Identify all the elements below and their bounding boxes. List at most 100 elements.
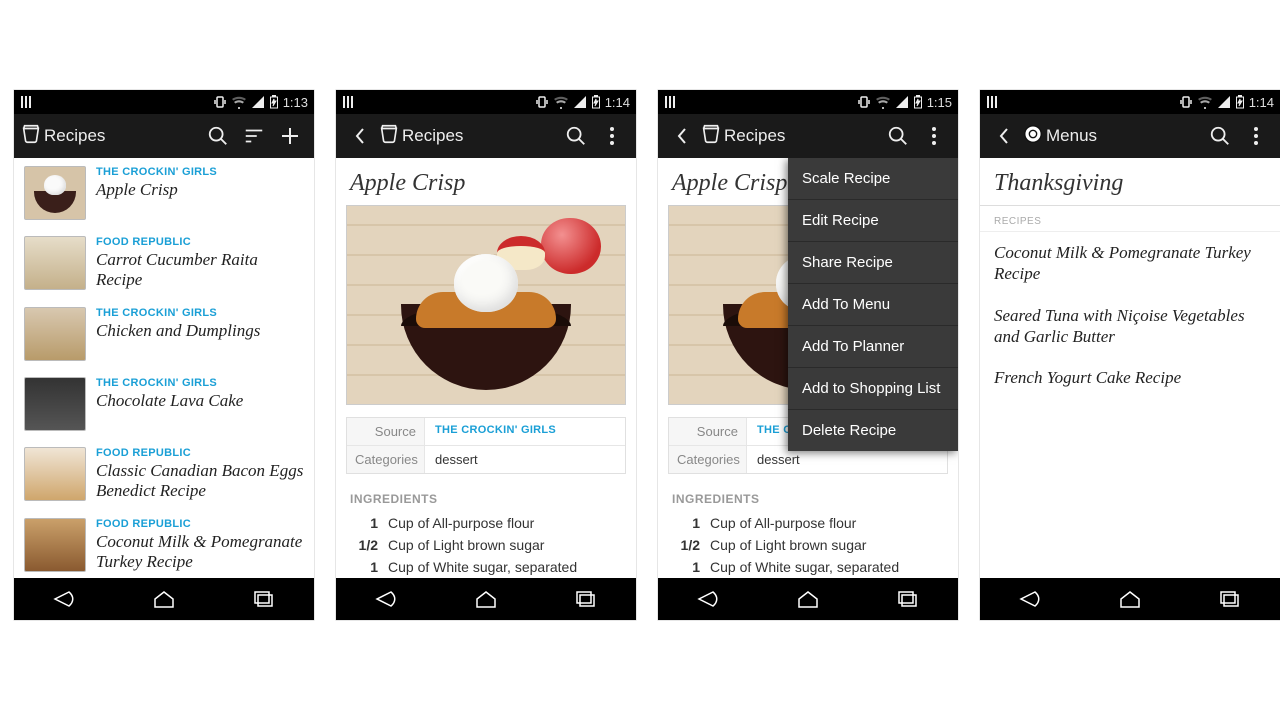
recipe-thumbnail — [24, 307, 86, 361]
meta-row: Source THE CROCKIN' GIRLS — [347, 418, 625, 445]
ingredient-row: 1/2 Cup of Light brown sugar — [350, 534, 622, 556]
nav-recent-button[interactable] — [883, 584, 933, 614]
nav-recent-button[interactable] — [1205, 584, 1255, 614]
nav-back-button[interactable] — [683, 584, 733, 614]
overflow-menu-item[interactable]: Scale Recipe — [788, 158, 958, 199]
nav-home-button[interactable] — [461, 584, 511, 614]
wifi-icon — [875, 95, 891, 109]
recipe-thumbnail — [24, 236, 86, 290]
meta-value: dessert — [425, 446, 488, 473]
recipe-thumbnail — [24, 447, 86, 501]
recipe-thumbnail — [24, 518, 86, 572]
status-bar: 1:14 — [336, 90, 636, 114]
status-left-icon — [664, 95, 678, 109]
ingredients-heading: INGREDIENTS — [658, 474, 958, 512]
filter-button[interactable] — [236, 118, 272, 154]
ingredient-qty: 1/2 — [350, 537, 378, 553]
recipe-source: FOOD REPUBLIC — [96, 518, 304, 530]
recipe-list-item[interactable]: FOOD REPUBLIC Carrot Cucumber Raita Reci… — [14, 228, 314, 299]
search-button[interactable] — [200, 118, 236, 154]
recipe-list[interactable]: THE CROCKIN' GIRLS Apple Crisp FOOD REPU… — [14, 158, 314, 578]
nav-recent-button[interactable] — [561, 584, 611, 614]
recipe-list-item[interactable]: FOOD REPUBLIC Coconut Milk & Pomegranate… — [14, 510, 314, 578]
ingredient-row: 1/2 Cup of Light brown sugar — [672, 534, 944, 556]
meta-label: Source — [347, 418, 425, 445]
ingredient-qty: 1 — [672, 559, 700, 575]
overflow-menu-item[interactable]: Share Recipe — [788, 241, 958, 283]
signal-icon — [251, 95, 265, 109]
ingredient-text: Cup of Light brown sugar — [388, 537, 622, 553]
app-icon — [1022, 123, 1044, 150]
meta-table: Source THE CROCKIN' GIRLS Categories des… — [346, 417, 626, 474]
app-bar: Menus — [980, 114, 1280, 158]
overflow-button[interactable] — [916, 118, 952, 154]
recipe-title: Chocolate Lava Cake — [96, 391, 304, 411]
phone-screen-0: 1:13 Recipes THE CROCKIN' GIRLS Apple Cr… — [14, 90, 314, 620]
nav-back-button[interactable] — [1005, 584, 1055, 614]
recipe-list-item[interactable]: THE CROCKIN' GIRLS Apple Crisp — [14, 158, 314, 228]
nav-home-button[interactable] — [1105, 584, 1155, 614]
search-button[interactable] — [558, 118, 594, 154]
recipe-title: Chicken and Dumplings — [96, 321, 304, 341]
recipe-detail: Scale RecipeEdit RecipeShare RecipeAdd T… — [658, 158, 958, 578]
ingredients-list: 1 Cup of All-purpose flour 1/2 Cup of Li… — [658, 512, 958, 578]
recipe-source: THE CROCKIN' GIRLS — [96, 166, 304, 178]
meta-row: Categories dessert — [347, 445, 625, 473]
app-title: Recipes — [44, 126, 105, 146]
recipe-source: THE CROCKIN' GIRLS — [96, 307, 304, 319]
ingredient-text: Cup of All-purpose flour — [388, 515, 622, 531]
vibrate-icon — [213, 95, 227, 109]
status-time: 1:14 — [605, 95, 630, 110]
status-left-icon — [342, 95, 356, 109]
back-button[interactable] — [342, 118, 378, 154]
signal-icon — [1217, 95, 1231, 109]
nav-back-button[interactable] — [361, 584, 411, 614]
nav-bar — [14, 578, 314, 620]
overflow-menu-item[interactable]: Delete Recipe — [788, 409, 958, 451]
menu-recipe-item[interactable]: Coconut Milk & Pomegranate Turkey Recipe — [980, 232, 1280, 295]
recipe-list-item[interactable]: THE CROCKIN' GIRLS Chicken and Dumplings — [14, 299, 314, 369]
app-bar: Recipes — [658, 114, 958, 158]
menu-detail: Thanksgiving RECIPES Coconut Milk & Pome… — [980, 158, 1280, 398]
recipe-title: Coconut Milk & Pomegranate Turkey Recipe — [96, 532, 304, 573]
app-icon — [700, 123, 722, 150]
recipe-thumbnail — [24, 166, 86, 220]
content-area: THE CROCKIN' GIRLS Apple Crisp FOOD REPU… — [14, 158, 314, 578]
overflow-menu: Scale RecipeEdit RecipeShare RecipeAdd T… — [788, 158, 958, 451]
app-bar: Recipes — [14, 114, 314, 158]
wifi-icon — [231, 95, 247, 109]
overflow-menu-item[interactable]: Edit Recipe — [788, 199, 958, 241]
menu-recipe-item[interactable]: Seared Tuna with Niçoise Vegetables and … — [980, 295, 1280, 358]
back-button[interactable] — [986, 118, 1022, 154]
content-area: Apple Crisp Source THE CROCKIN' GIRLS Ca… — [336, 158, 636, 578]
search-button[interactable] — [1202, 118, 1238, 154]
signal-icon — [895, 95, 909, 109]
overflow-menu-item[interactable]: Add To Menu — [788, 283, 958, 325]
status-left-icon — [986, 95, 1000, 109]
nav-home-button[interactable] — [783, 584, 833, 614]
nav-back-button[interactable] — [39, 584, 89, 614]
overflow-button[interactable] — [594, 118, 630, 154]
recipe-title: Carrot Cucumber Raita Recipe — [96, 250, 304, 291]
content-area: Thanksgiving RECIPES Coconut Milk & Pome… — [980, 158, 1280, 578]
overflow-menu-item[interactable]: Add to Shopping List — [788, 367, 958, 409]
recipe-list-item[interactable]: THE CROCKIN' GIRLS Chocolate Lava Cake — [14, 369, 314, 439]
nav-home-button[interactable] — [139, 584, 189, 614]
search-button[interactable] — [880, 118, 916, 154]
overflow-menu-item[interactable]: Add To Planner — [788, 325, 958, 367]
ingredient-text: Cup of White sugar, separated — [710, 559, 944, 575]
phone-screen-1: 1:14 Recipes Apple Crisp Source THE CROC… — [336, 90, 636, 620]
vibrate-icon — [857, 95, 871, 109]
ingredient-qty: 1 — [350, 559, 378, 575]
nav-recent-button[interactable] — [239, 584, 289, 614]
status-left-icon — [20, 95, 34, 109]
recipe-list-item[interactable]: FOOD REPUBLIC Classic Canadian Bacon Egg… — [14, 439, 314, 510]
ingredient-qty: 1/2 — [672, 537, 700, 553]
signal-icon — [573, 95, 587, 109]
back-button[interactable] — [664, 118, 700, 154]
menu-recipe-item[interactable]: French Yogurt Cake Recipe — [980, 357, 1280, 398]
meta-value[interactable]: THE CROCKIN' GIRLS — [425, 418, 566, 445]
add-button[interactable] — [272, 118, 308, 154]
battery-icon — [1235, 95, 1245, 109]
overflow-button[interactable] — [1238, 118, 1274, 154]
